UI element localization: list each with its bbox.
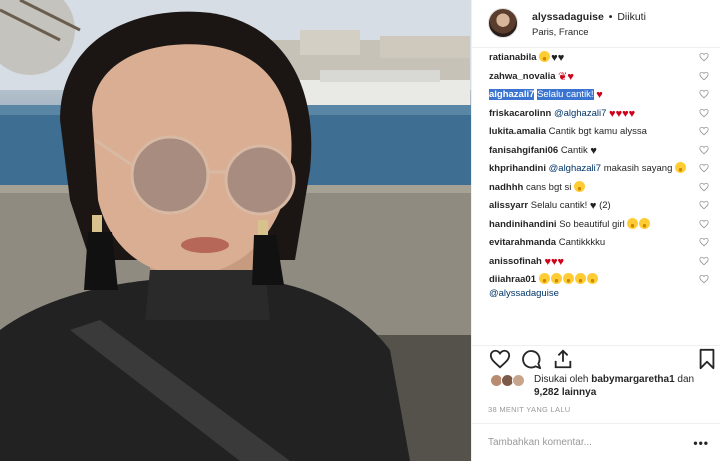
comment-row: lukita.amalia Cantik bgt kamu alyssa: [472, 125, 720, 139]
comment-mention[interactable]: @alghazali7: [549, 163, 601, 174]
comment-username[interactable]: lukita.amalia: [489, 126, 546, 137]
comment-text: So beautiful girl: [559, 218, 625, 230]
comment-like-icon[interactable]: [699, 182, 709, 192]
comment-username[interactable]: anissofinah: [489, 256, 542, 267]
comment-text: Selalu cantik!: [537, 89, 594, 100]
share-icon[interactable]: [552, 348, 574, 370]
comment-list: ratianabila ♥♥ zahwa_novalia ❦♥ alghazali7…: [472, 51, 720, 341]
comment-like-icon[interactable]: [699, 200, 709, 210]
likes-user[interactable]: babymargaretha1: [591, 374, 674, 385]
comment-username[interactable]: alissyarr: [489, 200, 528, 211]
comment-username[interactable]: ratianabila: [489, 52, 537, 63]
comment-username[interactable]: nadhhh: [489, 182, 523, 193]
separator-dot: •: [608, 11, 613, 23]
comment-row: diiahraa01 @alyssadaguise: [472, 273, 720, 301]
comment-like-icon[interactable]: [699, 52, 709, 62]
author-username[interactable]: alyssadaguise: [532, 11, 604, 23]
comment-like-icon[interactable]: [699, 274, 709, 284]
comment-like-icon[interactable]: [699, 89, 709, 99]
comment-username[interactable]: khprihandini: [489, 163, 546, 174]
post-sidebar: alyssadaguise • Diikuti Paris, France ra…: [471, 0, 720, 461]
black-heart-emoji-icon: ♥: [557, 52, 565, 64]
red-heart-emoji-icon: ♥: [596, 89, 603, 101]
smile-emoji-icon: [539, 51, 551, 62]
likes-prefix: Disukai oleh: [534, 374, 589, 385]
comment-username[interactable]: evitarahmanda: [489, 237, 556, 248]
likes-suffix[interactable]: lainnya: [562, 387, 596, 398]
photo-illustration: [0, 0, 471, 461]
comment-row: friskacarolinn @alghazali7 ♥♥♥♥: [472, 107, 720, 121]
avatar[interactable]: [488, 8, 518, 38]
post-photo: [0, 0, 471, 461]
post-location[interactable]: Paris, France: [532, 27, 589, 38]
comment-like-icon[interactable]: [699, 237, 709, 247]
comment-row: zahwa_novalia ❦♥: [472, 70, 720, 84]
red-heart-emoji-icon: ♥: [567, 70, 574, 83]
likes-connector: dan: [677, 374, 695, 385]
red-heart-emoji-icon: ♥: [628, 107, 636, 120]
heart-eyes-emoji-icon: [627, 217, 639, 229]
comment-username[interactable]: zahwa_novalia: [489, 71, 556, 82]
red-heart-emoji-icon: ♥: [557, 255, 565, 268]
bookmark-icon[interactable]: [696, 348, 718, 370]
like-heart-icon[interactable]: [489, 348, 511, 370]
comment-suffix: (2): [599, 200, 611, 211]
comment-username[interactable]: diiahraa01: [489, 274, 536, 285]
add-comment-input[interactable]: Tambahkan komentar...: [488, 437, 592, 448]
black-heart-emoji-icon: ♥: [590, 144, 597, 157]
comment-like-icon[interactable]: [699, 126, 709, 136]
comment-username[interactable]: handinihandini: [489, 219, 557, 230]
comment-row: alissyarr Selalu cantik! ♥ (2): [472, 199, 720, 213]
comment-row: nadhhh cans bgt si: [472, 180, 720, 195]
heart-eyes-emoji-icon: [550, 273, 562, 284]
rose-emoji-icon: ❦: [558, 70, 568, 83]
comment-text: cans bgt si: [525, 181, 572, 193]
likes-count[interactable]: 9,282: [534, 387, 559, 398]
comment-username[interactable]: friskacarolinn: [489, 108, 551, 119]
comment-icon[interactable]: [520, 348, 542, 370]
more-options-icon[interactable]: •••: [693, 436, 709, 450]
comment-text: Cantikkkku: [558, 237, 606, 248]
heart-eyes-emoji-icon: [562, 273, 574, 284]
post-author: alyssadaguise • Diikuti: [532, 11, 646, 23]
comment-like-icon[interactable]: [699, 71, 709, 81]
likes-text: Disukai oleh babymargaretha1 dan 9,282 l…: [534, 373, 715, 399]
comment-username[interactable]: alghazali7: [489, 89, 535, 100]
likes-summary: Disukai oleh babymargaretha1 dan 9,282 l…: [490, 373, 715, 399]
comment-row: ratianabila ♥♥: [472, 51, 720, 65]
post-timestamp[interactable]: 38 MENIT YANG LALU: [488, 405, 571, 414]
comment-like-icon[interactable]: [699, 145, 709, 155]
comment-text: makasih sayang: [603, 163, 673, 174]
heart-eyes-emoji-icon: [574, 273, 586, 284]
follow-status[interactable]: Diikuti: [617, 11, 646, 23]
black-heart-emoji-icon: ♥: [589, 200, 597, 212]
add-comment-bar: Tambahkan komentar... •••: [472, 423, 720, 461]
post-header: alyssadaguise • Diikuti Paris, France: [472, 0, 720, 48]
comment-text: Cantik: [560, 144, 588, 156]
comment-row: evitarahmanda Cantikkkku: [472, 236, 720, 250]
comment-row: alghazali7 Selalu cantik! ♥: [472, 88, 720, 102]
comment-text: Selalu cantik!: [530, 200, 588, 211]
comment-row: handinihandini So beautiful girl: [472, 217, 720, 232]
comment-row: khprihandini @alghazali7 makasih sayang: [472, 162, 720, 176]
heart-eyes-emoji-icon: [586, 273, 598, 284]
smile-emoji-icon: [574, 180, 586, 192]
comment-mention[interactable]: @alghazali7: [554, 108, 606, 119]
comment-like-icon[interactable]: [699, 163, 709, 173]
avatar: [512, 374, 525, 387]
smile-emoji-icon: [675, 162, 687, 173]
comment-text: Cantik bgt kamu alyssa: [548, 126, 647, 137]
comment-like-icon[interactable]: [699, 256, 709, 266]
comment-mention[interactable]: @alyssadaguise: [489, 288, 559, 299]
liker-avatars[interactable]: [490, 374, 526, 388]
heart-eyes-emoji-icon: [639, 217, 651, 229]
comment-row: anissofinah ♥♥♥: [472, 255, 720, 269]
comment-like-icon[interactable]: [699, 219, 709, 229]
action-bar: [472, 345, 720, 370]
heart-eyes-emoji-icon: [538, 273, 550, 284]
comment-username[interactable]: fanisahgifani06: [489, 145, 558, 156]
comment-like-icon[interactable]: [699, 108, 709, 118]
comment-row: fanisahgifani06 Cantik ♥: [472, 144, 720, 158]
